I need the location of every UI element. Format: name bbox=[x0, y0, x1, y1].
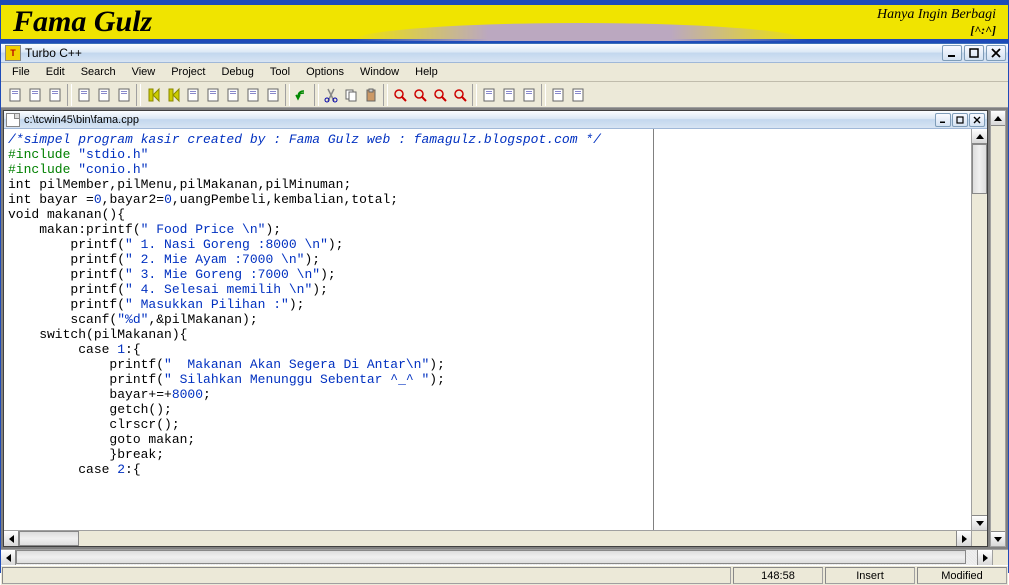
mdi-workspace: c:\tcwin45\bin\fama.cpp /*simpel program… bbox=[1, 108, 1008, 549]
toolbar-undo-icon[interactable] bbox=[292, 85, 312, 105]
editor-right-pane bbox=[654, 129, 971, 530]
toolbar-search-fwd-icon[interactable] bbox=[450, 85, 470, 105]
toolbar-step-over-icon[interactable] bbox=[183, 85, 203, 105]
menu-bar: FileEditSearchViewProjectDebugToolOption… bbox=[1, 63, 1008, 82]
editor-vertical-scrollbar[interactable] bbox=[971, 129, 987, 530]
document-titlebar[interactable]: c:\tcwin45\bin\fama.cpp bbox=[4, 111, 987, 129]
app-icon: T bbox=[5, 45, 21, 61]
status-insert-mode: Insert bbox=[825, 567, 915, 584]
menu-tool[interactable]: Tool bbox=[263, 64, 297, 80]
toolbar-tool-a-icon[interactable] bbox=[479, 85, 499, 105]
blog-logo: Fama Gulz bbox=[13, 5, 152, 39]
toolbar-paste-icon[interactable] bbox=[361, 85, 381, 105]
ws-scroll-thumb-h[interactable] bbox=[16, 550, 966, 564]
blog-banner: Fama Gulz Hanya Ingin Berbagi [^:^] bbox=[1, 1, 1008, 43]
doc-minimize-button[interactable] bbox=[935, 113, 951, 127]
menu-file[interactable]: File bbox=[5, 64, 37, 80]
toolbar-step-into-icon[interactable] bbox=[203, 85, 223, 105]
menu-project[interactable]: Project bbox=[164, 64, 212, 80]
banner-swoosh bbox=[351, 23, 808, 41]
scroll-right-button[interactable] bbox=[956, 531, 971, 546]
toolbar-replace-icon[interactable] bbox=[410, 85, 430, 105]
menu-debug[interactable]: Debug bbox=[214, 64, 260, 80]
maximize-button[interactable] bbox=[964, 45, 984, 61]
ws-scroll-down-button[interactable] bbox=[991, 531, 1005, 546]
toolbar-compile-icon[interactable] bbox=[163, 85, 183, 105]
toolbar-save-file-icon[interactable] bbox=[45, 85, 65, 105]
code-editor[interactable]: /*simpel program kasir created by : Fama… bbox=[4, 129, 654, 530]
menu-options[interactable]: Options bbox=[299, 64, 351, 80]
menu-help[interactable]: Help bbox=[408, 64, 445, 80]
document-window: c:\tcwin45\bin\fama.cpp /*simpel program… bbox=[3, 110, 988, 547]
toolbar-project-a-icon[interactable] bbox=[74, 85, 94, 105]
toolbar-search-back-icon[interactable] bbox=[430, 85, 450, 105]
status-cursor-pos: 148:58 bbox=[733, 567, 823, 584]
workspace-vertical-scrollbar[interactable] bbox=[990, 110, 1006, 547]
toolbar-search-icon[interactable] bbox=[390, 85, 410, 105]
scroll-left-button[interactable] bbox=[4, 531, 19, 546]
toolbar-window-list-icon[interactable] bbox=[568, 85, 588, 105]
toolbar-step-out-icon[interactable] bbox=[223, 85, 243, 105]
status-message bbox=[2, 567, 731, 584]
document-icon bbox=[6, 113, 20, 127]
toolbar-project-b-icon[interactable] bbox=[94, 85, 114, 105]
scroll-corner bbox=[971, 531, 987, 546]
ws-scroll-up-button[interactable] bbox=[991, 111, 1005, 126]
scroll-down-button[interactable] bbox=[972, 515, 987, 530]
toolbar-window-tile-icon[interactable] bbox=[548, 85, 568, 105]
doc-maximize-button[interactable] bbox=[952, 113, 968, 127]
banner-tagline: Hanya Ingin Berbagi bbox=[877, 7, 996, 23]
toolbar-new-file-icon[interactable] bbox=[5, 85, 25, 105]
menu-view[interactable]: View bbox=[125, 64, 163, 80]
scroll-thumb-h[interactable] bbox=[19, 531, 79, 546]
editor-horizontal-scrollbar[interactable] bbox=[4, 530, 987, 546]
menu-search[interactable]: Search bbox=[74, 64, 123, 80]
workspace-horizontal-scrollbar[interactable] bbox=[1, 549, 1008, 565]
close-button[interactable] bbox=[986, 45, 1006, 61]
toolbar bbox=[1, 82, 1008, 108]
ws-scroll-right-button[interactable] bbox=[977, 550, 992, 565]
scroll-up-button[interactable] bbox=[972, 129, 987, 144]
toolbar-run-icon[interactable] bbox=[143, 85, 163, 105]
menu-edit[interactable]: Edit bbox=[39, 64, 72, 80]
status-modified: Modified bbox=[917, 567, 1007, 584]
ws-scroll-left-button[interactable] bbox=[1, 550, 16, 565]
window-titlebar[interactable]: T Turbo C++ bbox=[1, 43, 1008, 63]
menu-window[interactable]: Window bbox=[353, 64, 406, 80]
scroll-thumb[interactable] bbox=[972, 144, 987, 194]
toolbar-copy-icon[interactable] bbox=[341, 85, 361, 105]
toolbar-trace-icon[interactable] bbox=[243, 85, 263, 105]
toolbar-tool-c-icon[interactable] bbox=[519, 85, 539, 105]
toolbar-tool-b-icon[interactable] bbox=[499, 85, 519, 105]
toolbar-open-file-icon[interactable] bbox=[25, 85, 45, 105]
toolbar-project-c-icon[interactable] bbox=[114, 85, 134, 105]
doc-close-button[interactable] bbox=[969, 113, 985, 127]
banner-emote: [^:^] bbox=[877, 23, 996, 38]
minimize-button[interactable] bbox=[942, 45, 962, 61]
window-title: Turbo C++ bbox=[25, 46, 942, 60]
toolbar-breakpoint-icon[interactable] bbox=[263, 85, 283, 105]
status-bar: 148:58 Insert Modified bbox=[1, 565, 1008, 585]
toolbar-cut-icon[interactable] bbox=[321, 85, 341, 105]
ws-scroll-corner bbox=[992, 550, 1008, 565]
document-path: c:\tcwin45\bin\fama.cpp bbox=[24, 114, 935, 126]
